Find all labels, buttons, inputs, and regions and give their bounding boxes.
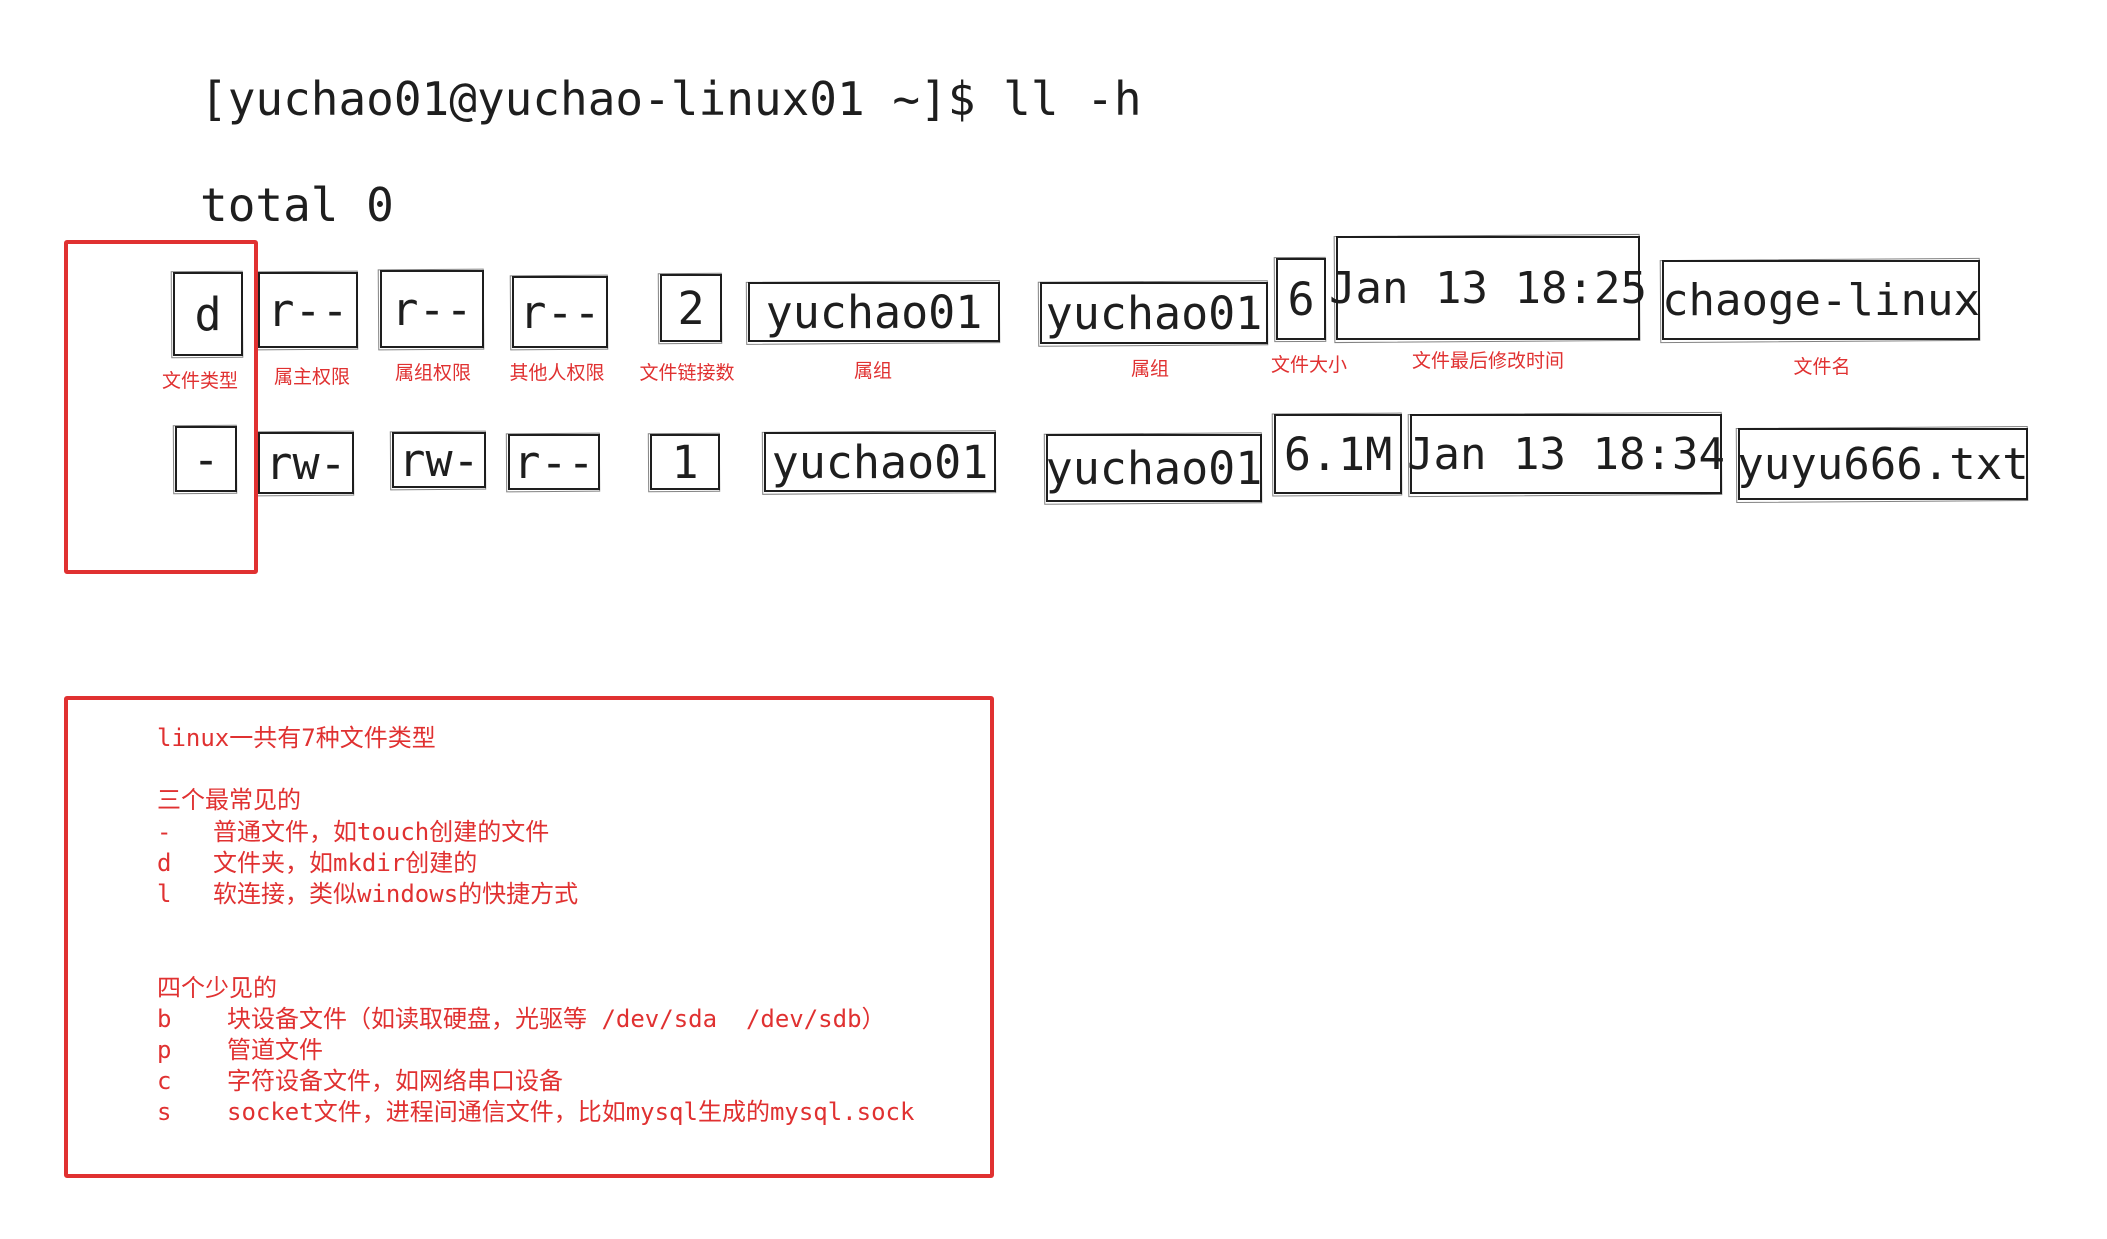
label-group-perm: 属组权限 bbox=[394, 362, 472, 384]
label-other-perm: 其他人权限 bbox=[509, 362, 605, 384]
label-owner: 属组 bbox=[853, 360, 893, 382]
file-type-highlight-box bbox=[64, 240, 258, 574]
row2-filename: yuyu666.txt bbox=[1737, 428, 2029, 500]
row1-owner-perm: r-- bbox=[258, 272, 358, 348]
label-filename: 文件名 bbox=[1793, 356, 1851, 378]
file-types-note: linux一共有7种文件类型 三个最常见的 - 普通文件，如touch创建的文件 … bbox=[157, 723, 914, 1128]
note-common-item: - 普通文件，如touch创建的文件 bbox=[157, 817, 550, 846]
label-size: 文件大小 bbox=[1270, 354, 1348, 376]
row1-other-perm: r-- bbox=[512, 276, 608, 348]
note-rare-item: p 管道文件 bbox=[157, 1035, 323, 1064]
note-common-item: d 文件夹，如mkdir创建的 bbox=[157, 848, 478, 877]
note-rare-item: b 块设备文件（如读取硬盘，光驱等 /dev/sda /dev/sdb） bbox=[157, 1004, 886, 1033]
row1-filename: chaoge-linux bbox=[1662, 260, 1980, 340]
row1-group: yuchao01 bbox=[1040, 282, 1268, 344]
row2-group-perm: rw- bbox=[392, 432, 486, 488]
row1-group-perm: r-- bbox=[380, 270, 484, 348]
row2-size: 6.1M bbox=[1274, 414, 1402, 494]
row2-other-perm: r-- bbox=[508, 434, 600, 490]
note-title: linux一共有7种文件类型 bbox=[157, 724, 436, 752]
note-rare-title: 四个少见的 bbox=[157, 973, 277, 1002]
label-group: 属组 bbox=[1130, 358, 1170, 380]
row1-link-count: 2 bbox=[660, 274, 722, 342]
label-link-count: 文件链接数 bbox=[639, 362, 735, 384]
label-owner-perm: 属主权限 bbox=[273, 366, 351, 388]
label-mtime: 文件最后修改时间 bbox=[1411, 350, 1565, 372]
row1-owner: yuchao01 bbox=[748, 282, 1000, 342]
note-common-item: l 软连接，类似windows的快捷方式 bbox=[157, 879, 579, 908]
row2-mtime: Jan 13 18:34 bbox=[1407, 414, 1725, 494]
note-rare-item: c 字符设备文件，如网络串口设备 bbox=[157, 1067, 563, 1096]
row1-mtime: Jan 13 18:25 bbox=[1329, 236, 1647, 340]
row1-size: 6 bbox=[1276, 258, 1326, 340]
row2-link-count: 1 bbox=[650, 434, 720, 490]
note-common-title: 三个最常见的 bbox=[157, 786, 301, 815]
row2-owner-perm: rw- bbox=[258, 432, 354, 494]
row2-owner: yuchao01 bbox=[764, 432, 996, 492]
total-line: total 0 bbox=[200, 178, 394, 232]
note-rare-item: s socket文件，进程间通信文件，比如mysql生成的mysql.sock bbox=[157, 1098, 915, 1127]
command-prompt: [yuchao01@yuchao-linux01 ~]$ ll -h bbox=[200, 72, 1142, 126]
row2-group: yuchao01 bbox=[1046, 434, 1262, 502]
